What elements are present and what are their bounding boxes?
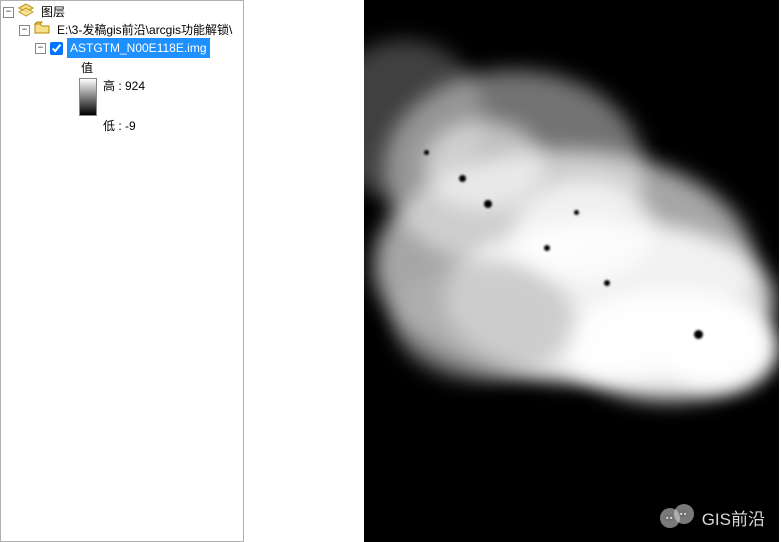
toc-folder-label[interactable]: E:\3-发稿gis前沿\arcgis功能解锁\ [54,20,235,40]
watermark-text: GIS前沿 [702,505,765,530]
toc-folder-row[interactable]: − E:\3-发稿gis前沿\arcgis功能解锁\ [3,21,241,39]
folder-icon [34,21,50,39]
raster-layer-display [364,0,779,542]
collapse-toggle-icon[interactable]: − [3,7,14,18]
app-container: − 图层 − E:\3-发稿gis前沿\arcgis功能解锁\ [0,0,781,542]
collapse-toggle-icon[interactable]: − [19,25,30,36]
symbology-value-title: 值 [81,59,241,76]
symbology-block: 值 高 : 924 低 : -9 [77,59,241,134]
toc-layer-row[interactable]: − ASTGTM_N00E118E.img [3,39,241,57]
map-view[interactable]: •• •• GIS前沿 [244,0,781,542]
layer-visibility-checkbox[interactable] [50,42,63,55]
wechat-icon: •• •• [660,504,694,530]
collapse-toggle-icon[interactable]: − [35,43,46,54]
watermark: •• •• GIS前沿 [660,504,765,530]
symbology-low-label: 低 : -9 [103,117,145,134]
toc-root-label[interactable]: 图层 [38,2,68,22]
color-ramp-icon [79,78,97,116]
toc-panel[interactable]: − 图层 − E:\3-发稿gis前沿\arcgis功能解锁\ [0,0,244,542]
toc-root-row[interactable]: − 图层 [3,3,241,21]
symbology-high-label: 高 : 924 [103,77,145,94]
layers-icon [18,3,34,22]
toc-layer-label[interactable]: ASTGTM_N00E118E.img [67,38,210,58]
